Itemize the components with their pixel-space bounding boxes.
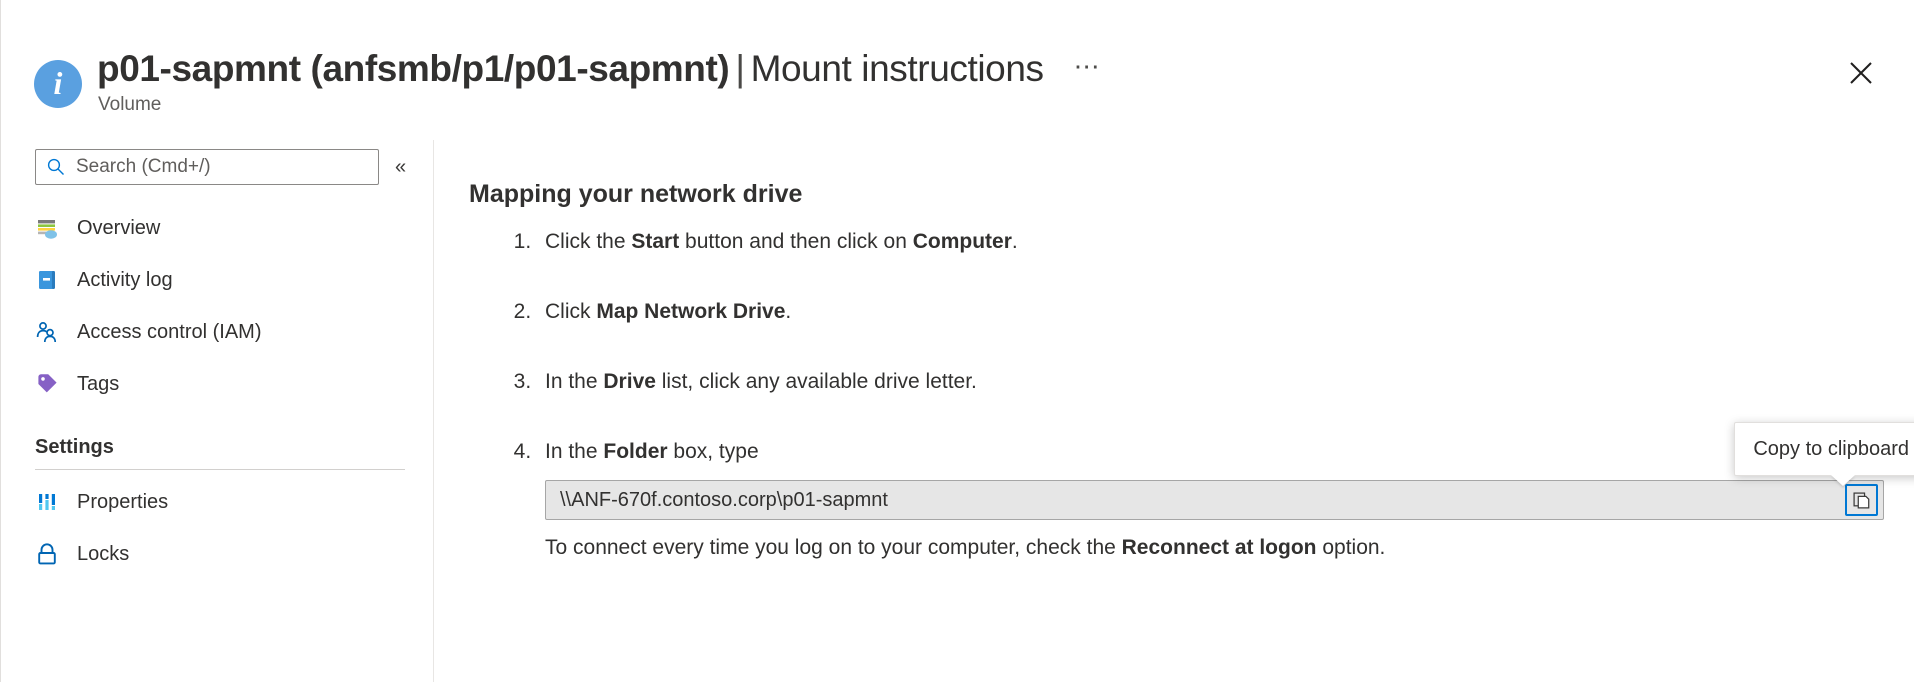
- title-resource: p01-sapmnt (anfsmb/p1/p01-sapmnt): [97, 48, 730, 89]
- mount-instructions-content: Mapping your network drive Click the Sta…: [434, 140, 1914, 682]
- access-control-icon: [35, 320, 59, 344]
- activity-log-icon: [35, 268, 59, 292]
- sidebar-item-label: Activity log: [77, 268, 173, 291]
- search-input[interactable]: [74, 155, 368, 179]
- copy-to-clipboard-button[interactable]: [1845, 484, 1878, 516]
- mount-path-value: \\ANF-670f.contoso.corp\p01-sapmnt: [560, 489, 888, 511]
- sidebar-search-row: «: [35, 149, 406, 185]
- sidebar-item-label: Tags: [77, 372, 120, 395]
- sidebar-item-label: Access control (IAM): [77, 320, 262, 343]
- blade-panel: i p01-sapmnt (anfsmb/p1/p01-sapmnt) | Moun…: [0, 0, 1914, 682]
- search-icon: [47, 158, 64, 175]
- sidebar-item-label: Locks: [77, 542, 130, 565]
- info-circle-icon: i: [34, 60, 82, 108]
- reconnect-note: To connect every time you log on to your…: [545, 536, 1386, 559]
- sidebar-item-locks[interactable]: Locks: [1, 528, 433, 580]
- section-title: Mapping your network drive: [469, 180, 803, 208]
- sidebar-item-access-control[interactable]: Access control (IAM): [1, 306, 433, 358]
- blade-subtitle: Volume: [98, 94, 162, 115]
- step-text: In the Folder box, type: [545, 440, 759, 463]
- sidebar-item-properties[interactable]: Properties: [1, 476, 433, 528]
- more-options-button[interactable]: ⋯: [1074, 53, 1102, 79]
- mount-path-row: \\ANF-670f.contoso.corp\p01-sapmnt Copy …: [545, 422, 1914, 520]
- sidebar: « Overview: [1, 140, 434, 682]
- tags-icon: [35, 372, 59, 396]
- info-glyph: i: [53, 65, 63, 101]
- sidebar-group-settings: Settings: [35, 436, 114, 458]
- overview-icon: [35, 216, 59, 240]
- sidebar-item-tags[interactable]: Tags: [1, 358, 433, 410]
- title-divider: |: [735, 48, 745, 89]
- step-text: Click Map Network Drive.: [545, 300, 792, 323]
- close-icon: [1850, 62, 1872, 84]
- sidebar-item-label: Overview: [77, 216, 161, 239]
- mount-step-3: In the Drive list, click any available d…: [537, 368, 1884, 396]
- mount-steps-list: Click the Start button and then click on…: [469, 228, 1914, 562]
- sidebar-item-label: Properties: [77, 490, 169, 513]
- collapse-sidebar-button[interactable]: «: [395, 149, 406, 185]
- copy-icon: [1853, 491, 1870, 509]
- blade-header: i p01-sapmnt (anfsmb/p1/p01-sapmnt) | Moun…: [1, 0, 1914, 140]
- step-text: In the Drive list, click any available d…: [545, 370, 977, 393]
- sidebar-item-activity-log[interactable]: Activity log: [1, 254, 433, 306]
- sidebar-nav-list: Overview Activity log Access control (IA…: [1, 202, 433, 580]
- step-text: Click the Start button and then click on…: [545, 230, 1018, 253]
- mount-step-1: Click the Start button and then click on…: [537, 228, 1884, 256]
- mount-step-2: Click Map Network Drive.: [537, 298, 1884, 326]
- sidebar-divider: [35, 469, 405, 470]
- page-title: p01-sapmnt (anfsmb/p1/p01-sapmnt) | Mount …: [97, 46, 1102, 92]
- sidebar-item-overview[interactable]: Overview: [1, 202, 433, 254]
- mount-path-box[interactable]: \\ANF-670f.contoso.corp\p01-sapmnt: [545, 480, 1884, 520]
- search-input-wrapper[interactable]: [35, 149, 379, 185]
- mount-step-4: In the Folder box, type \\ANF-670f.conto…: [537, 422, 1914, 562]
- copy-tooltip: Copy to clipboard: [1734, 422, 1914, 476]
- close-button[interactable]: [1838, 50, 1884, 96]
- locks-icon: [35, 542, 59, 566]
- title-section: Mount instructions: [750, 48, 1044, 89]
- properties-icon: [35, 490, 59, 514]
